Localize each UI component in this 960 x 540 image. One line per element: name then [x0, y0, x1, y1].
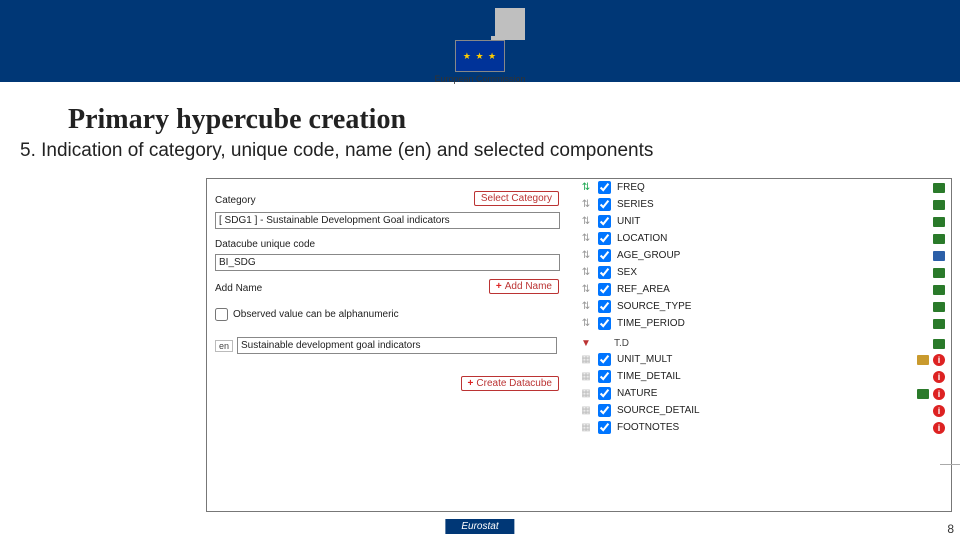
select-category-button[interactable]: Select Category: [474, 191, 559, 206]
component-checkbox[interactable]: [598, 181, 611, 194]
info-icon[interactable]: i: [933, 354, 945, 366]
attr-icon: ▦: [580, 422, 592, 433]
alpha-checkbox-label: Observed value can be alphanumeric: [233, 309, 399, 320]
component-checkbox[interactable]: [598, 249, 611, 262]
component-checkbox[interactable]: [598, 283, 611, 296]
book-icon: [933, 285, 945, 295]
component-checkbox[interactable]: [598, 387, 611, 400]
component-row: ▦UNIT_MULTi: [576, 351, 951, 368]
info-icon[interactable]: i: [933, 388, 945, 400]
component-row: ⇅REF_AREA: [576, 281, 951, 298]
category-label: Category: [215, 195, 256, 206]
component-checkbox[interactable]: [598, 266, 611, 279]
component-checkbox[interactable]: [598, 353, 611, 366]
component-checkbox[interactable]: [598, 215, 611, 228]
component-checkbox[interactable]: [598, 404, 611, 417]
reorder-handle-icon[interactable]: ⇅: [580, 284, 592, 295]
attr-icon: ▦: [580, 405, 592, 416]
book-icon: [933, 268, 945, 278]
page-title: Primary hypercube creation: [68, 104, 960, 136]
collapse-icon[interactable]: ▼: [580, 338, 592, 349]
component-checkbox[interactable]: [598, 421, 611, 434]
reorder-handle-icon[interactable]: ⇅: [580, 267, 592, 278]
component-row: ⇅AGE_GROUP: [576, 247, 951, 264]
attr-icon: ▦: [580, 388, 592, 399]
name-en-field[interactable]: [237, 337, 557, 354]
add-name-button[interactable]: +Add Name: [489, 279, 559, 294]
lang-tag: en: [215, 340, 233, 352]
component-row: ▦NATUREi: [576, 385, 951, 402]
alpha-checkbox-row[interactable]: Observed value can be alphanumeric: [215, 308, 559, 321]
component-row: ▦TIME_DETAILi: [576, 368, 951, 385]
category-field[interactable]: [215, 212, 560, 229]
footer-caption: Eurostat: [445, 519, 514, 534]
reorder-handle-icon[interactable]: ⇅: [580, 250, 592, 261]
ec-logo: ★ ★ ★ European Commission: [420, 8, 540, 103]
component-row: ⇅SERIES: [576, 196, 951, 213]
add-name-label: Add Name: [215, 283, 262, 294]
component-checkbox[interactable]: [598, 232, 611, 245]
unique-code-label: Datacube unique code: [215, 239, 559, 250]
component-row: ⇅TIME_PERIOD: [576, 315, 951, 332]
info-icon[interactable]: i: [933, 422, 945, 434]
component-checkbox[interactable]: [598, 300, 611, 313]
component-row: ⇅SEX: [576, 264, 951, 281]
component-row: ⇅UNIT: [576, 213, 951, 230]
datacube-form: Category Select Category Datacube unique…: [207, 179, 567, 397]
component-row: ▦FOOTNOTESi: [576, 419, 951, 436]
reorder-handle-icon[interactable]: ⇅: [580, 233, 592, 244]
reorder-handle-icon[interactable]: ⇅: [580, 199, 592, 210]
screenshot-panel: Category Select Category Datacube unique…: [206, 178, 952, 512]
component-row: ⇅LOCATION: [576, 230, 951, 247]
create-datacube-button[interactable]: +Create Datacube: [461, 376, 559, 391]
attr-icon: ▦: [580, 371, 592, 382]
book-icon: [933, 339, 945, 349]
book-icon: [933, 302, 945, 312]
reorder-handle-icon[interactable]: ⇅: [580, 216, 592, 227]
reorder-handle-icon[interactable]: ⇅: [580, 301, 592, 312]
info-icon[interactable]: i: [933, 371, 945, 383]
book-icon: [933, 200, 945, 210]
book-icon: [933, 183, 945, 193]
attr-icon: ▦: [580, 354, 592, 365]
unique-code-field[interactable]: [215, 254, 560, 271]
component-checkbox[interactable]: [598, 370, 611, 383]
book-icon: [933, 251, 945, 261]
info-icon[interactable]: i: [933, 405, 945, 417]
reorder-handle-icon[interactable]: ⇅: [580, 182, 592, 193]
alpha-checkbox[interactable]: [215, 308, 228, 321]
book-icon: [917, 355, 929, 365]
book-icon: [933, 319, 945, 329]
separator: [940, 464, 960, 465]
book-icon: [933, 217, 945, 227]
components-list: ⇅FREQ ⇅SERIES ⇅UNIT ⇅LOCATION ⇅AGE_GROUP…: [576, 179, 951, 509]
component-row: ⇅SOURCE_TYPE: [576, 298, 951, 315]
slide-number: 8: [947, 522, 954, 536]
book-icon: [917, 389, 929, 399]
component-row: ▦SOURCE_DETAILi: [576, 402, 951, 419]
reorder-handle-icon[interactable]: ⇅: [580, 318, 592, 329]
component-checkbox[interactable]: [598, 198, 611, 211]
page-subtitle: 5. Indication of category, unique code, …: [20, 140, 940, 162]
book-icon: [933, 234, 945, 244]
component-row: ▼T.D: [576, 336, 951, 351]
component-row: ⇅FREQ: [576, 179, 951, 196]
component-checkbox[interactable]: [598, 317, 611, 330]
